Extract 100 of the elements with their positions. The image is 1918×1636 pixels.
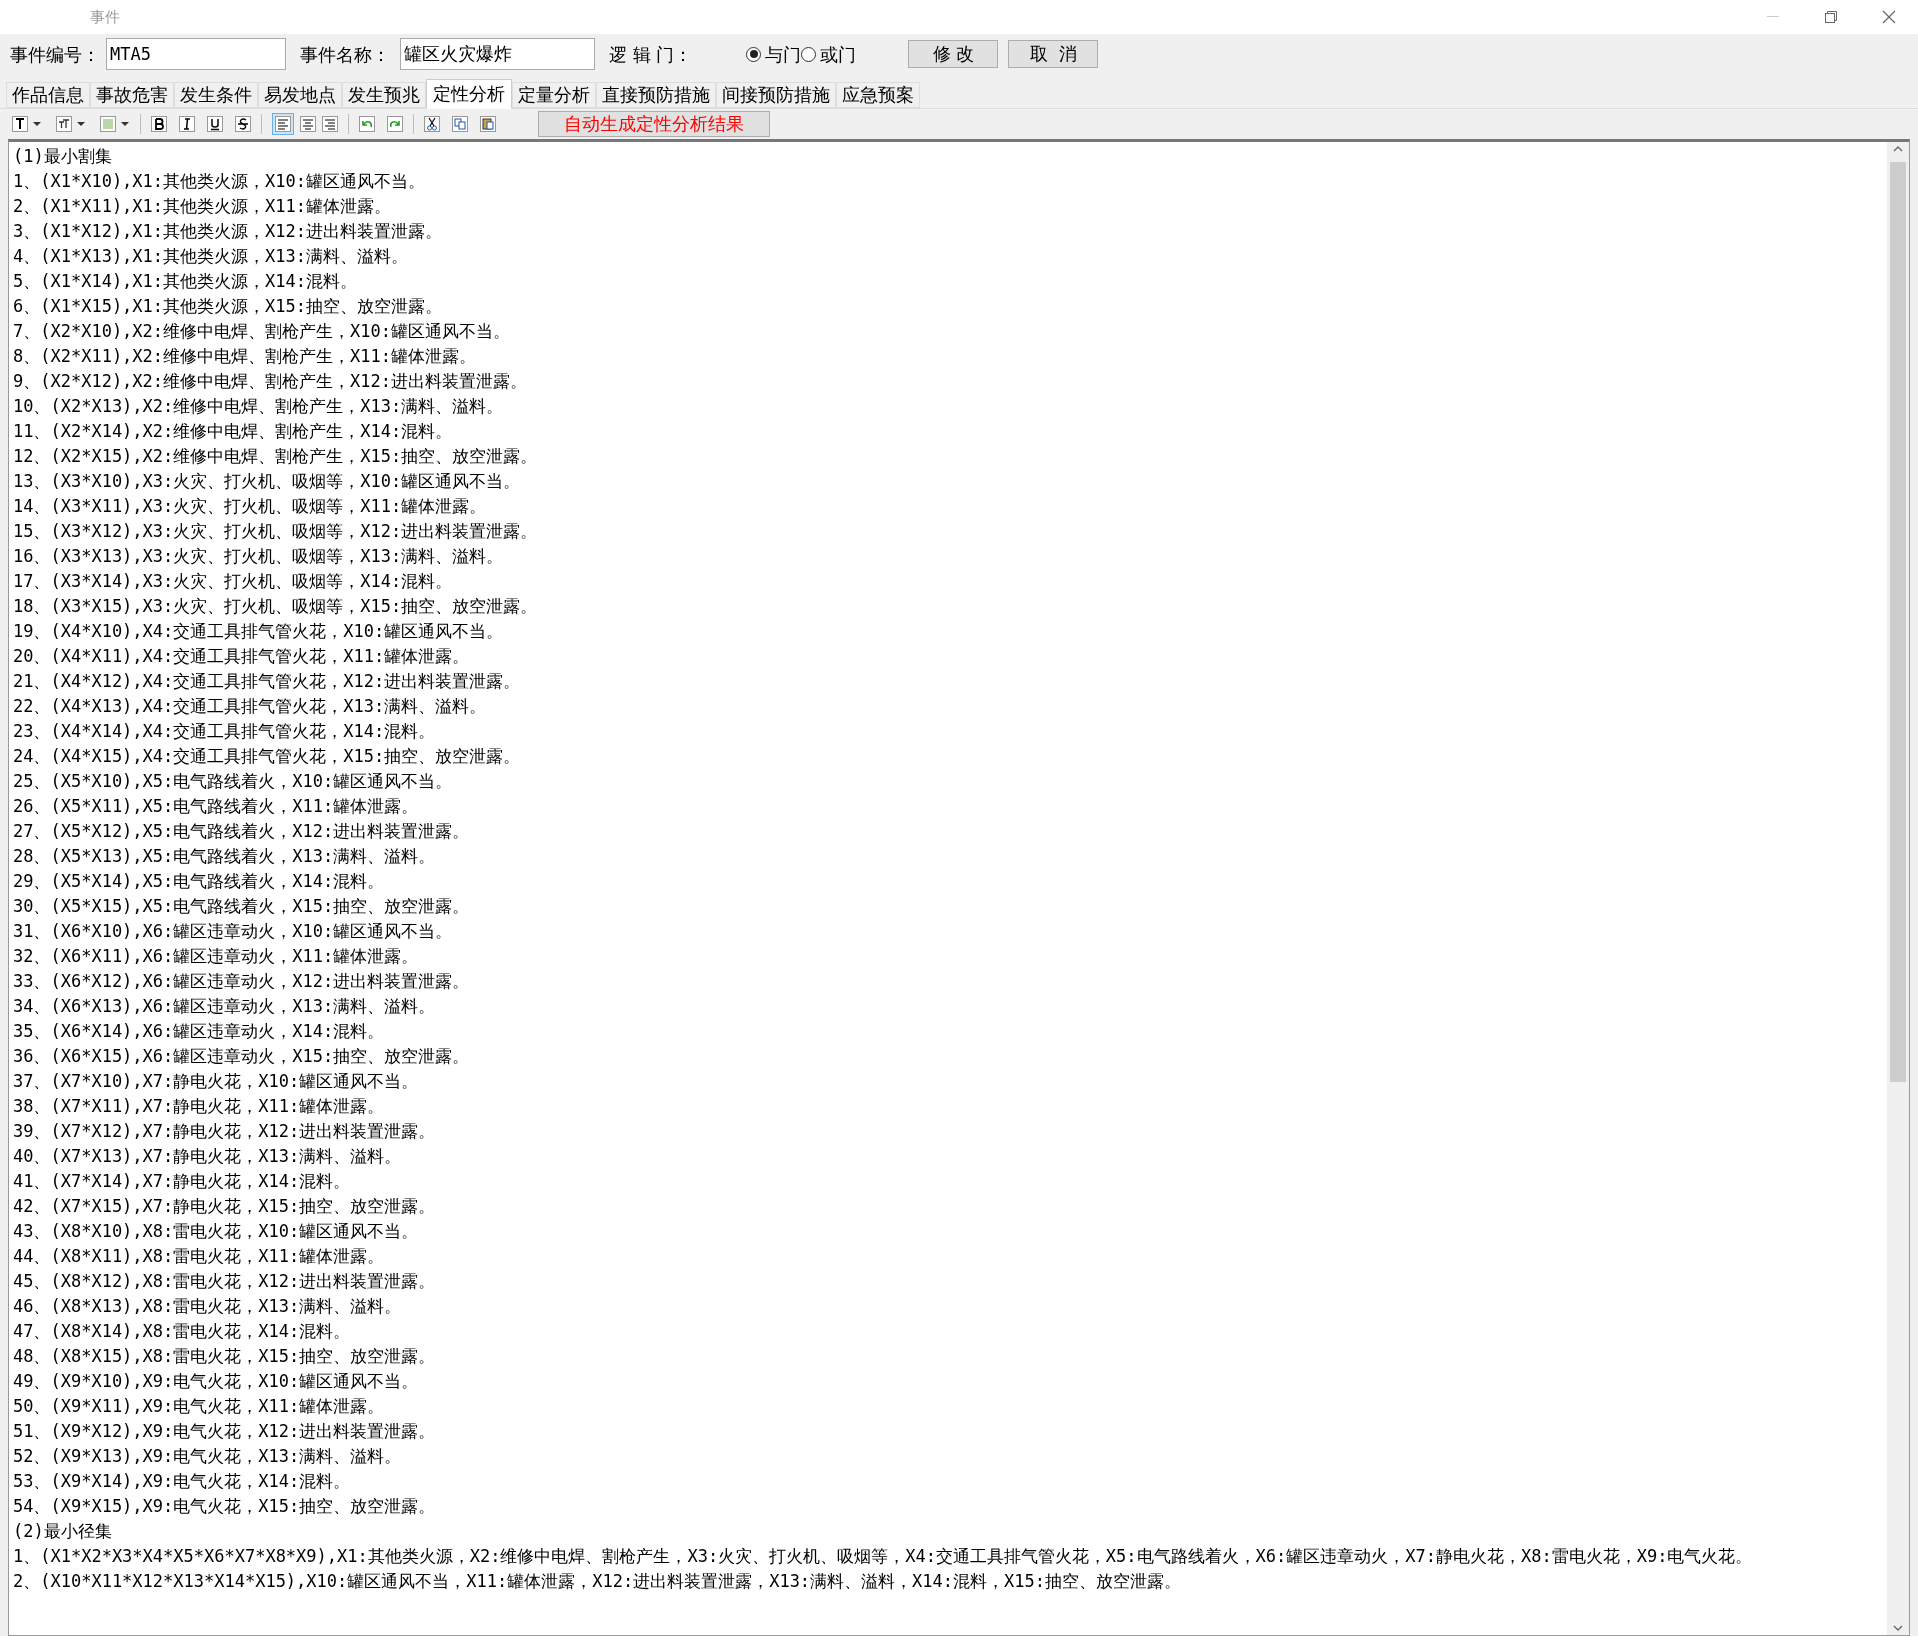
scrollbar-thumb[interactable] — [1890, 162, 1906, 1082]
window-title: 事件 — [90, 6, 120, 28]
text-line: 30、(X5*X15),X5:电气路线着火，X15:抽空、放空泄露。 — [13, 895, 471, 918]
text-line: 11、(X2*X14),X2:维修中电焊、割枪产生，X14:混料。 — [13, 420, 454, 443]
text-line: 12、(X2*X15),X2:维修中电焊、割枪产生，X15:抽空、放空泄露。 — [13, 445, 539, 468]
font-size-icon[interactable] — [56, 116, 72, 132]
text-line: 51、(X9*X12),X9:电气火花，X12:进出料装置泄露。 — [13, 1420, 437, 1443]
bold-icon[interactable] — [151, 116, 167, 132]
text-line: 21、(X4*X12),X4:交通工具排气管火花，X12:进出料装置泄露。 — [13, 670, 522, 693]
tab[interactable]: 作品信息 — [6, 82, 90, 108]
text-line: 1、(X1*X10),X1:其他类火源，X10:罐区通风不当。 — [13, 170, 426, 193]
text-line: 45、(X8*X12),X8:雷电火花，X12:进出料装置泄露。 — [13, 1270, 437, 1293]
text-style-icon[interactable] — [12, 116, 28, 132]
text-line: 32、(X6*X11),X6:罐区违章动火，X11:罐体泄露。 — [13, 945, 420, 968]
tab[interactable]: 事故危害 — [90, 82, 174, 108]
text-line: 20、(X4*X11),X4:交通工具排气管火花，X11:罐体泄露。 — [13, 645, 471, 668]
text-line: 26、(X5*X11),X5:电气路线着火，X11:罐体泄露。 — [13, 795, 420, 818]
event-name-label: 事件名称： — [300, 42, 390, 67]
text-line: 28、(X5*X13),X5:电气路线着火，X13:满料、溢料。 — [13, 845, 437, 868]
text-line: 38、(X7*X11),X7:静电火花，X11:罐体泄露。 — [13, 1095, 386, 1118]
text-line: 41、(X7*X14),X7:静电火花，X14:混料。 — [13, 1170, 352, 1193]
text-line: 31、(X6*X10),X6:罐区违章动火，X10:罐区通风不当。 — [13, 920, 454, 943]
cut-icon[interactable] — [424, 116, 440, 132]
text-line: 54、(X9*X15),X9:电气火花，X15:抽空、放空泄露。 — [13, 1495, 437, 1518]
text-line: 46、(X8*X13),X8:雷电火花，X13:满料、溢料。 — [13, 1295, 403, 1318]
text-line: 4、(X1*X13),X1:其他类火源，X13:满料、溢料。 — [13, 245, 409, 268]
gate-radio[interactable]: 或门 — [801, 40, 857, 68]
text-line: (2)最小径集 — [13, 1520, 113, 1543]
tab[interactable]: 发生条件 — [174, 82, 258, 108]
tab[interactable]: 定性分析 — [426, 79, 512, 109]
text-line: 49、(X9*X10),X9:电气火花，X10:罐区通风不当。 — [13, 1370, 420, 1393]
tab[interactable]: 应急预案 — [836, 82, 920, 108]
text-line: 35、(X6*X14),X6:罐区违章动火，X14:混料。 — [13, 1020, 386, 1043]
text-line: 18、(X3*X15),X3:火灾、打火机、吸烟等，X15:抽空、放空泄露。 — [13, 595, 539, 618]
tab[interactable]: 易发地点 — [258, 82, 342, 108]
text-line: 16、(X3*X13),X3:火灾、打火机、吸烟等，X13:满料、溢料。 — [13, 545, 505, 568]
color-icon[interactable] — [100, 116, 116, 132]
close-icon — [1882, 10, 1896, 24]
scroll-up-icon[interactable] — [1893, 146, 1903, 152]
text-line: 1、(X1*X2*X3*X4*X5*X6*X7*X8*X9),X1:其他类火源，X2:维修中电焊、割枪产生，X3:火灾、打火机、吸烟等，X4:交通工具排气管火花，X5:电气路线着火，X6:罐区违章动火，X7:静电火花，X8:雷电火花，X9:电气火花。 — [13, 1545, 1754, 1568]
form-button[interactable]: 修 改 — [908, 40, 999, 68]
text-line: 34、(X6*X13),X6:罐区违章动火，X13:满料、溢料。 — [13, 995, 437, 1018]
text-line: 24、(X4*X15),X4:交通工具排气管火花，X15:抽空、放空泄露。 — [13, 745, 522, 768]
paste-icon[interactable] — [480, 116, 496, 132]
text-line: 19、(X4*X10),X4:交通工具排气管火花，X10:罐区通风不当。 — [13, 620, 505, 643]
tab[interactable]: 间接预防措施 — [716, 82, 836, 108]
tab[interactable]: 发生预兆 — [342, 82, 426, 108]
align-right-icon[interactable] — [322, 116, 338, 132]
italic-icon[interactable] — [179, 116, 195, 132]
tab[interactable]: 定量分析 — [512, 82, 596, 108]
scroll-down-icon[interactable] — [1893, 1625, 1903, 1631]
text-line: 6、(X1*X15),X1:其他类火源，X15:抽空、放空泄露。 — [13, 295, 443, 318]
align-center-icon[interactable] — [300, 116, 316, 132]
copy-icon[interactable] — [452, 116, 468, 132]
caret-icon[interactable] — [120, 121, 130, 127]
text-line: 3、(X1*X12),X1:其他类火源，X12:进出料装置泄露。 — [13, 220, 443, 243]
align-left-icon[interactable] — [272, 113, 294, 135]
text-line: 29、(X5*X14),X5:电气路线着火，X14:混料。 — [13, 870, 386, 893]
text-line: 47、(X8*X14),X8:雷电火花，X14:混料。 — [13, 1320, 352, 1343]
text-line: 23、(X4*X14),X4:交通工具排气管火花，X14:混料。 — [13, 720, 437, 743]
underline-icon[interactable] — [207, 116, 223, 132]
text-line: 50、(X9*X11),X9:电气火花，X11:罐体泄露。 — [13, 1395, 386, 1418]
text-line: 8、(X2*X11),X2:维修中电焊、割枪产生，X11:罐体泄露。 — [13, 345, 477, 368]
strikethrough-icon[interactable] — [235, 116, 251, 132]
tab[interactable]: 直接预防措施 — [596, 82, 716, 108]
text-line: 7、(X2*X10),X2:维修中电焊、割枪产生，X10:罐区通风不当。 — [13, 320, 511, 343]
text-line: 44、(X8*X11),X8:雷电火花，X11:罐体泄露。 — [13, 1245, 386, 1268]
logic-gate-label: 逻 辑 门： — [609, 42, 693, 67]
text-line: 25、(X5*X10),X5:电气路线着火，X10:罐区通风不当。 — [13, 770, 454, 793]
event-name-field[interactable]: 罐区火灾爆炸 — [400, 38, 595, 70]
text-line: 9、(X2*X12),X2:维修中电焊、割枪产生，X12:进出料装置泄露。 — [13, 370, 528, 393]
event-id-field[interactable]: MTA5 — [106, 38, 286, 70]
minimize-icon — [1767, 16, 1779, 18]
caret-icon[interactable] — [76, 121, 86, 127]
vertical-scrollbar[interactable] — [1887, 142, 1909, 1635]
text-line: (1)最小割集 — [13, 145, 113, 168]
text-line: 10、(X2*X13),X2:维修中电焊、割枪产生，X13:满料、溢料。 — [13, 395, 505, 418]
text-line: 17、(X3*X14),X3:火灾、打火机、吸烟等，X14:混料。 — [13, 570, 454, 593]
text-line: 36、(X6*X15),X6:罐区违章动火，X15:抽空、放空泄露。 — [13, 1045, 471, 1068]
text-line: 13、(X3*X10),X3:火灾、打火机、吸烟等，X10:罐区通风不当。 — [13, 470, 522, 493]
event-id-label: 事件编号： — [10, 42, 100, 67]
text-line: 14、(X3*X11),X3:火灾、打火机、吸烟等，X11:罐体泄露。 — [13, 495, 488, 518]
text-line: 42、(X7*X15),X7:静电火花，X15:抽空、放空泄露。 — [13, 1195, 437, 1218]
text-line: 48、(X8*X15),X8:雷电火花，X15:抽空、放空泄露。 — [13, 1345, 437, 1368]
form-button[interactable]: 取 消 — [1008, 40, 1099, 68]
text-line: 15、(X3*X12),X3:火灾、打火机、吸烟等，X12:进出料装置泄露。 — [13, 520, 539, 543]
caret-icon[interactable] — [32, 121, 42, 127]
text-line: 53、(X9*X14),X9:电气火花，X14:混料。 — [13, 1470, 352, 1493]
undo-icon[interactable] — [359, 116, 375, 132]
redo-icon[interactable] — [387, 116, 403, 132]
text-line: 2、(X10*X11*X12*X13*X14*X15),X10:罐区通风不当，X11:罐体泄露，X12:进出料装置泄露，X13:满料、溢料，X14:混料，X15:抽空、放空泄露。 — [13, 1570, 1182, 1593]
text-line: 5、(X1*X14),X1:其他类火源，X14:混料。 — [13, 270, 358, 293]
text-line: 2、(X1*X11),X1:其他类火源，X11:罐体泄露。 — [13, 195, 392, 218]
text-line: 43、(X8*X10),X8:雷电火花，X10:罐区通风不当。 — [13, 1220, 420, 1243]
gate-radio[interactable]: 与门 — [746, 40, 802, 68]
text-line: 33、(X6*X12),X6:罐区违章动火，X12:进出料装置泄露。 — [13, 970, 471, 993]
text-line: 37、(X7*X10),X7:静电火花，X10:罐区通风不当。 — [13, 1070, 420, 1093]
text-line: 39、(X7*X12),X7:静电火花，X12:进出料装置泄露。 — [13, 1120, 437, 1143]
restore-icon — [1825, 11, 1837, 23]
text-line: 52、(X9*X13),X9:电气火花，X13:满料、溢料。 — [13, 1445, 403, 1468]
